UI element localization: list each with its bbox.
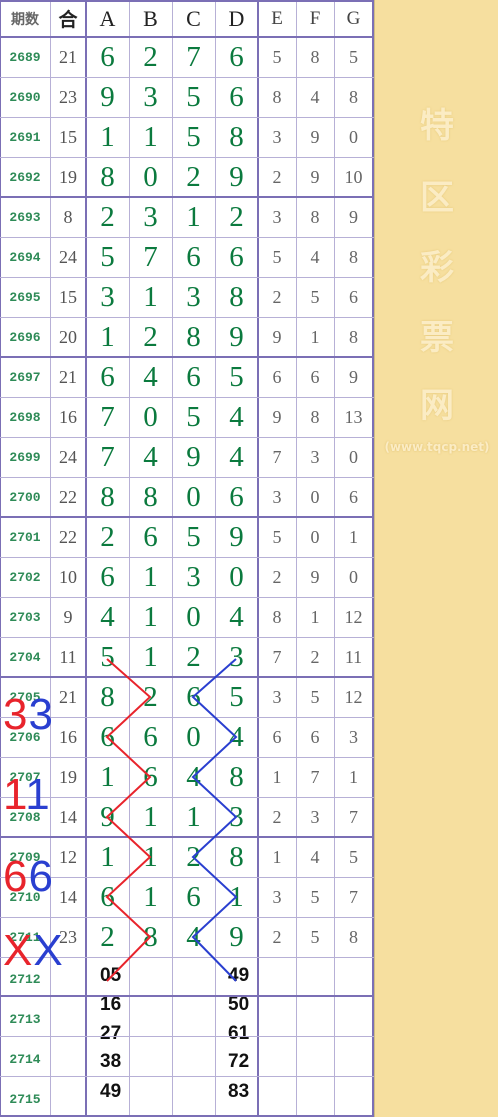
legend-xx: XX xyxy=(3,926,64,975)
legend-66: 66 xyxy=(3,852,54,901)
red-zigzag-line xyxy=(105,658,152,982)
sidebar-panel: 特区彩票网 (www.tqcp.net) xyxy=(374,0,498,1117)
sidebar-watermark-char: 特 xyxy=(420,106,454,146)
sidebar-watermark-char: 区 xyxy=(420,178,454,218)
sidebar-watermark-char: 票 xyxy=(420,318,454,358)
blue-zigzag-line xyxy=(191,658,238,982)
sidebar-url: (www.tqcp.net) xyxy=(384,440,490,454)
sidebar-watermark-char: 网 xyxy=(420,386,454,426)
legend-11: 11 xyxy=(3,770,51,819)
sidebar-watermark-char: 彩 xyxy=(420,248,454,288)
legend-33: 33 xyxy=(3,690,54,739)
